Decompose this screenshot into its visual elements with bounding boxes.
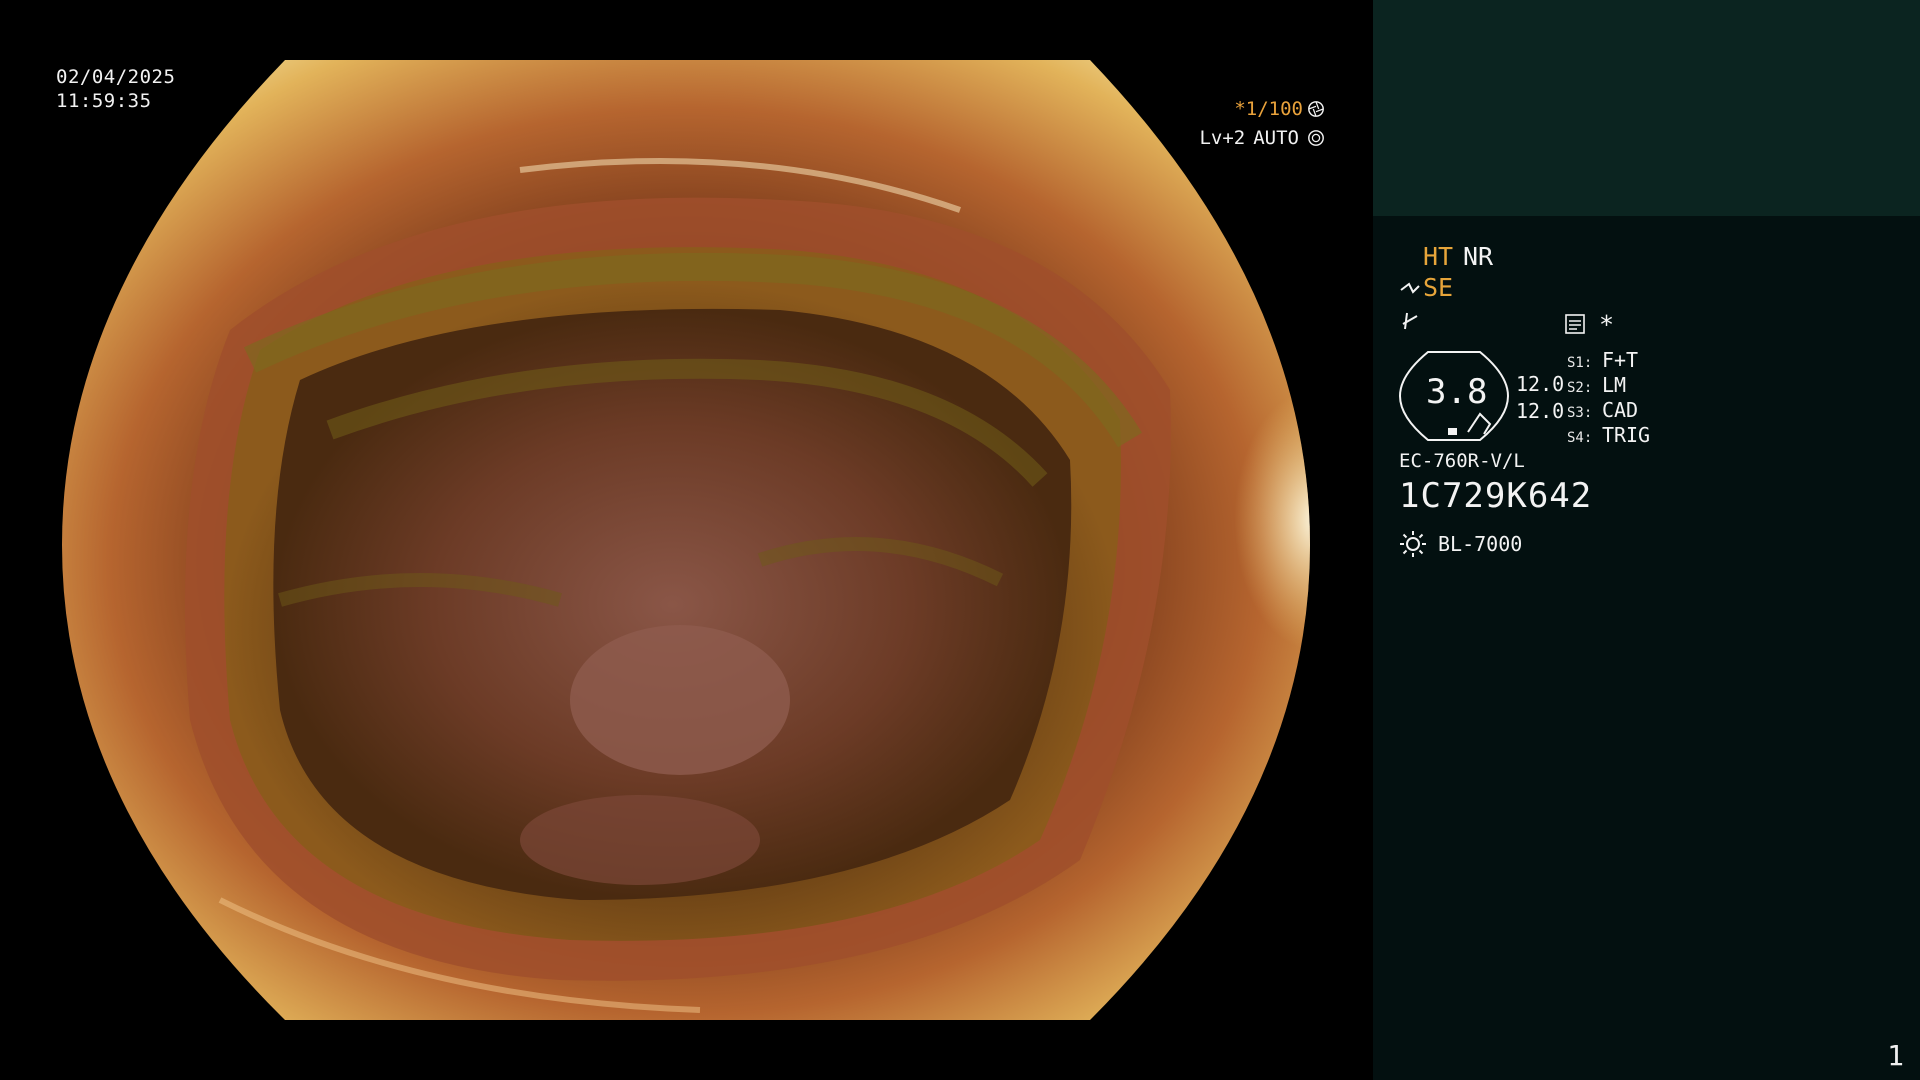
aperture-icon [1308, 101, 1324, 117]
osd-time: 11:59:35 [56, 90, 152, 112]
ht-label: HT [1423, 242, 1454, 271]
switch-value: CAD [1601, 398, 1639, 422]
param-2: 12.0 [1516, 399, 1565, 423]
switch-row-4: S4: TRIG [1567, 423, 1651, 447]
endoscope-image [62, 60, 1310, 1020]
switch-value: TRIG [1601, 423, 1651, 447]
switch-key: S2 [1567, 380, 1584, 396]
sun-icon [1400, 531, 1426, 557]
iris-icon [1308, 130, 1324, 146]
page-number: 1 [1887, 1039, 1904, 1072]
endoscope-video-area: 02/04/2025 11:59:35 *1/100 Lv+2 AUTO [0, 0, 1373, 1080]
light-source: BL-7000 [1438, 532, 1523, 556]
osd-date: 02/04/2025 [56, 66, 176, 88]
osd-shutter-speed: *1/100 [1234, 98, 1325, 120]
value-number: 3.8 [1426, 372, 1488, 412]
switch-row-3: S3: CAD [1567, 398, 1639, 422]
nr-label: NR [1463, 242, 1494, 271]
switch-row-2: S2: LM [1567, 373, 1627, 397]
menu-icon [1565, 314, 1585, 334]
switch-key: S4 [1567, 430, 1584, 446]
switch-value: LM [1601, 373, 1627, 397]
shutter-value: *1/100 [1234, 98, 1303, 120]
star-label: * [1599, 310, 1615, 339]
info-side-panel: HT NR SE * 3.8 12.0 12.0 S1: F+T S2: LM … [1373, 0, 1920, 1080]
switch-value: F+T [1601, 348, 1639, 372]
iris-level: Lv+2 [1199, 127, 1246, 149]
iris-mode: AUTO [1253, 127, 1299, 149]
structure-icon [1402, 312, 1418, 330]
switch-key: S1 [1567, 355, 1584, 371]
scope-serial: 1C729K642 [1399, 476, 1593, 516]
value-display: 3.8 [1398, 350, 1510, 441]
se-label: SE [1423, 273, 1454, 302]
param-1: 12.0 [1516, 372, 1565, 396]
switch-key: S3 [1567, 405, 1584, 421]
scope-model: EC-760R-V/L [1399, 450, 1525, 472]
enhance-icon [1400, 282, 1420, 294]
panel-header-band [1373, 0, 1920, 216]
osd-iris: Lv+2 AUTO [1199, 127, 1325, 149]
switch-row-1: S1: F+T [1567, 348, 1639, 372]
